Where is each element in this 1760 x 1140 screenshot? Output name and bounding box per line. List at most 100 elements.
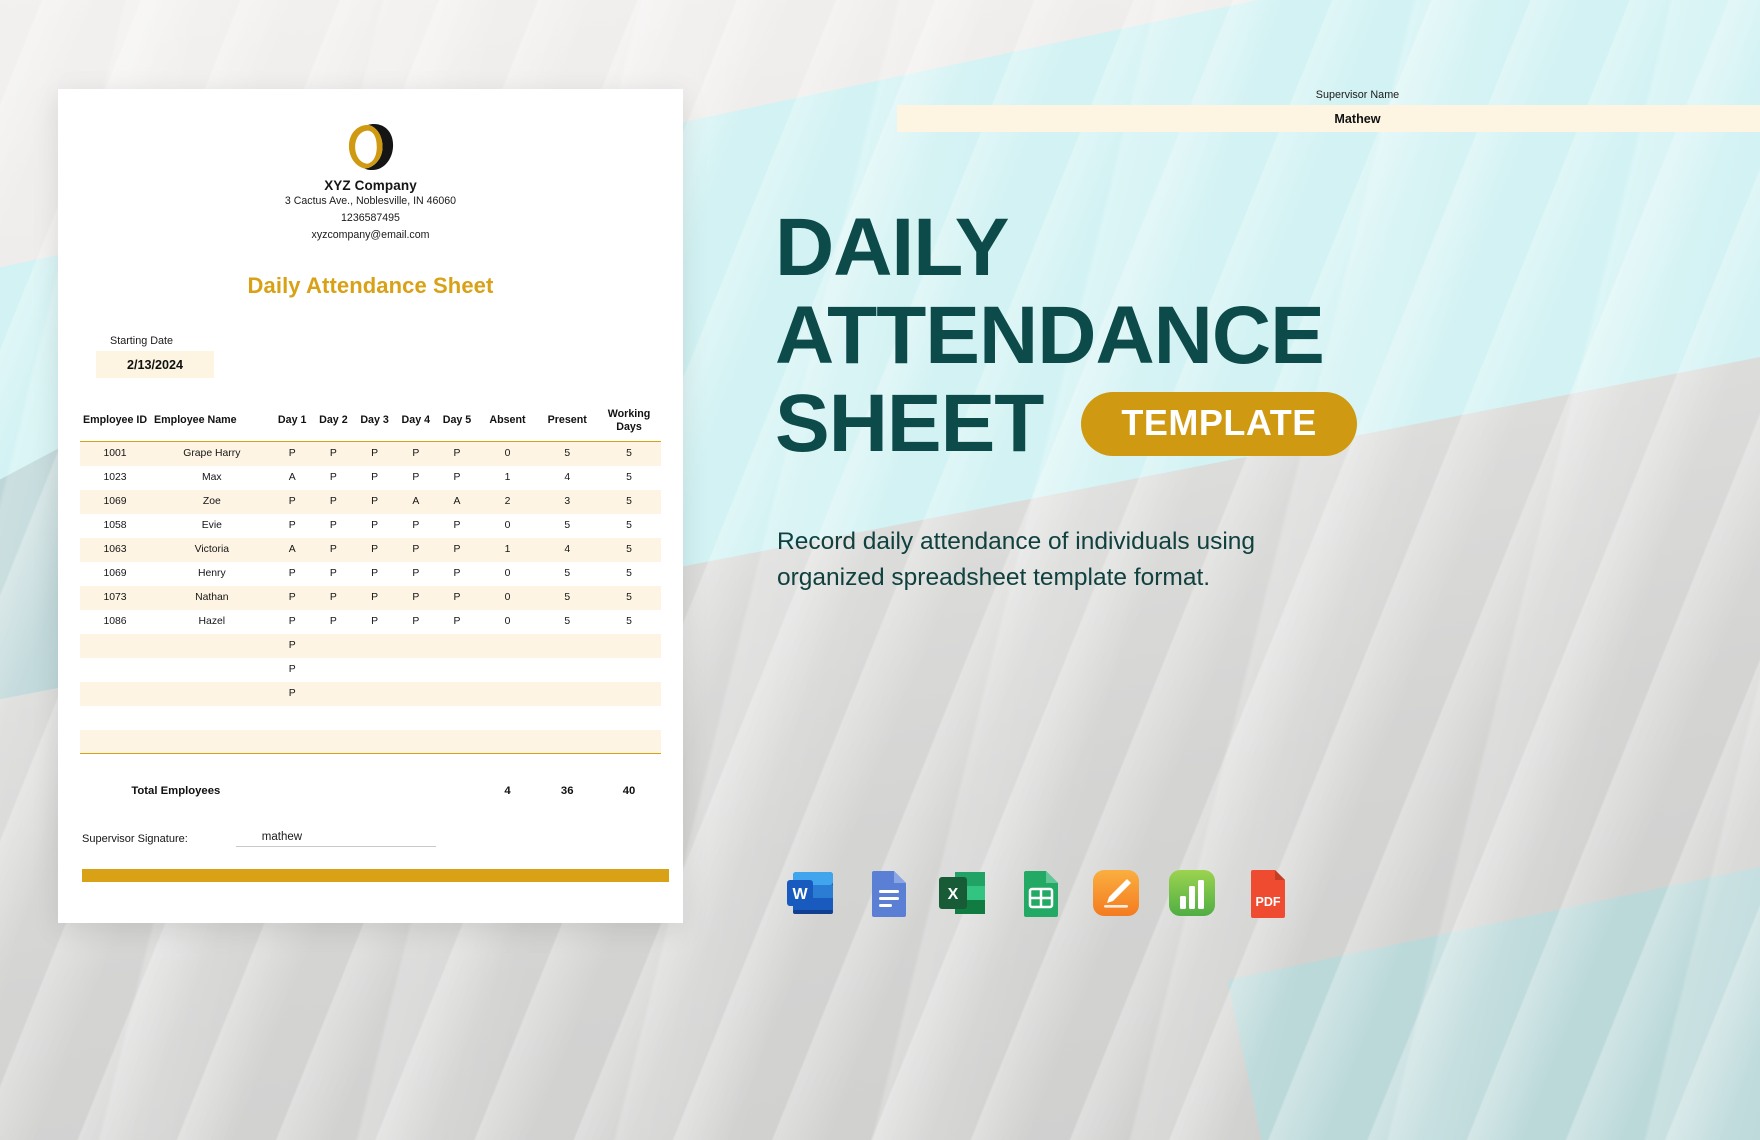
cell-present[interactable] — [537, 658, 597, 682]
cell-present[interactable]: 3 — [537, 489, 598, 514]
word-icon[interactable]: W — [785, 866, 839, 920]
cell-employee-id[interactable] — [80, 658, 150, 682]
cell-employee-name[interactable]: Victoria — [150, 537, 272, 562]
cell-day-1[interactable]: A — [271, 537, 313, 562]
cell-employee-name[interactable]: Henry — [150, 562, 272, 586]
cell-day-4[interactable]: P — [395, 514, 436, 538]
cell-working-days[interactable]: 5 — [597, 585, 661, 610]
cell-present[interactable]: 4 — [537, 466, 597, 490]
cell-day-3[interactable] — [354, 681, 396, 706]
cell-employee-id[interactable] — [80, 633, 151, 658]
cell-absent[interactable]: 0 — [478, 562, 538, 586]
cell-day-4[interactable]: P — [395, 466, 436, 490]
cell-present[interactable] — [537, 706, 597, 730]
cell-working-days[interactable] — [597, 658, 661, 682]
cell-day-5[interactable]: P — [436, 562, 477, 586]
starting-date-value[interactable]: 2/13/2024 — [96, 351, 214, 378]
cell-working-days[interactable]: 5 — [597, 514, 661, 538]
excel-icon[interactable]: X — [937, 866, 991, 920]
cell-present[interactable] — [537, 729, 598, 754]
cell-absent[interactable]: 0 — [477, 441, 538, 466]
cell-day-2[interactable]: P — [313, 466, 354, 490]
cell-day-5[interactable] — [436, 658, 477, 682]
cell-day-4[interactable] — [395, 729, 437, 754]
cell-working-days[interactable]: 5 — [597, 441, 661, 466]
cell-day-2[interactable] — [313, 706, 354, 730]
cell-day-1[interactable]: P — [272, 658, 313, 682]
cell-present[interactable]: 5 — [537, 441, 598, 466]
google-docs-icon[interactable] — [861, 866, 915, 920]
cell-day-3[interactable] — [354, 633, 396, 658]
cell-day-2[interactable] — [312, 633, 354, 658]
cell-employee-name[interactable] — [150, 681, 272, 706]
cell-working-days[interactable] — [597, 633, 661, 658]
cell-employee-id[interactable]: 1023 — [80, 466, 150, 490]
cell-day-4[interactable]: P — [395, 441, 437, 466]
cell-absent[interactable]: 0 — [477, 585, 538, 610]
cell-day-5[interactable]: P — [436, 514, 477, 538]
cell-day-4[interactable]: A — [395, 489, 437, 514]
cell-day-5[interactable] — [436, 681, 478, 706]
cell-employee-name[interactable] — [150, 706, 272, 730]
cell-absent[interactable]: 1 — [478, 466, 538, 490]
cell-working-days[interactable] — [597, 729, 661, 754]
cell-day-5[interactable]: P — [436, 466, 477, 490]
cell-employee-name[interactable]: Hazel — [150, 610, 272, 634]
cell-day-2[interactable]: P — [313, 610, 354, 634]
cell-day-5[interactable]: P — [436, 585, 478, 610]
cell-day-1[interactable]: P — [272, 562, 313, 586]
cell-day-5[interactable]: A — [436, 489, 478, 514]
cell-employee-id[interactable] — [80, 706, 150, 730]
cell-day-1[interactable]: P — [271, 441, 313, 466]
pdf-icon[interactable]: PDF — [1241, 866, 1295, 920]
cell-day-4[interactable] — [395, 681, 437, 706]
cell-employee-name[interactable]: Evie — [150, 514, 272, 538]
apple-pages-icon[interactable] — [1089, 866, 1143, 920]
cell-employee-name[interactable]: Max — [150, 466, 272, 490]
cell-day-2[interactable] — [312, 729, 354, 754]
cell-day-1[interactable] — [272, 706, 313, 730]
cell-absent[interactable] — [477, 633, 538, 658]
cell-day-3[interactable]: P — [354, 562, 395, 586]
cell-day-1[interactable]: P — [271, 633, 313, 658]
cell-day-2[interactable]: P — [313, 562, 354, 586]
cell-absent[interactable]: 2 — [477, 489, 538, 514]
cell-day-2[interactable] — [313, 658, 354, 682]
cell-day-3[interactable]: P — [354, 514, 395, 538]
cell-employee-name[interactable]: Nathan — [150, 585, 272, 610]
cell-working-days[interactable]: 5 — [597, 610, 661, 634]
cell-working-days[interactable]: 5 — [597, 466, 661, 490]
cell-employee-name[interactable] — [150, 658, 272, 682]
cell-day-3[interactable]: P — [354, 610, 395, 634]
cell-employee-id[interactable]: 1001 — [80, 441, 151, 466]
cell-employee-id[interactable]: 1069 — [80, 489, 151, 514]
cell-day-3[interactable] — [354, 658, 395, 682]
cell-day-1[interactable]: P — [271, 489, 313, 514]
cell-day-2[interactable]: P — [313, 514, 354, 538]
cell-employee-name[interactable] — [150, 633, 272, 658]
cell-employee-name[interactable]: Zoe — [150, 489, 272, 514]
cell-day-3[interactable]: P — [354, 489, 396, 514]
cell-day-1[interactable]: P — [271, 585, 313, 610]
cell-day-3[interactable]: P — [354, 537, 396, 562]
cell-day-1[interactable] — [271, 729, 313, 754]
cell-day-2[interactable]: P — [312, 489, 354, 514]
cell-present[interactable]: 5 — [537, 514, 597, 538]
cell-present[interactable]: 4 — [537, 537, 598, 562]
cell-day-5[interactable]: P — [436, 610, 477, 634]
cell-working-days[interactable]: 5 — [597, 489, 661, 514]
cell-employee-id[interactable]: 1063 — [80, 537, 151, 562]
cell-employee-id[interactable]: 1058 — [80, 514, 150, 538]
cell-day-5[interactable]: P — [436, 441, 478, 466]
cell-day-4[interactable] — [395, 658, 436, 682]
cell-day-3[interactable] — [354, 729, 396, 754]
cell-day-1[interactable]: P — [272, 610, 313, 634]
cell-employee-name[interactable] — [150, 729, 272, 754]
cell-absent[interactable]: 0 — [478, 514, 538, 538]
cell-day-3[interactable]: P — [354, 585, 396, 610]
cell-day-5[interactable] — [436, 706, 477, 730]
cell-employee-id[interactable]: 1069 — [80, 562, 150, 586]
cell-present[interactable]: 5 — [537, 610, 597, 634]
signature-field[interactable]: mathew — [235, 831, 436, 847]
cell-absent[interactable] — [477, 681, 538, 706]
